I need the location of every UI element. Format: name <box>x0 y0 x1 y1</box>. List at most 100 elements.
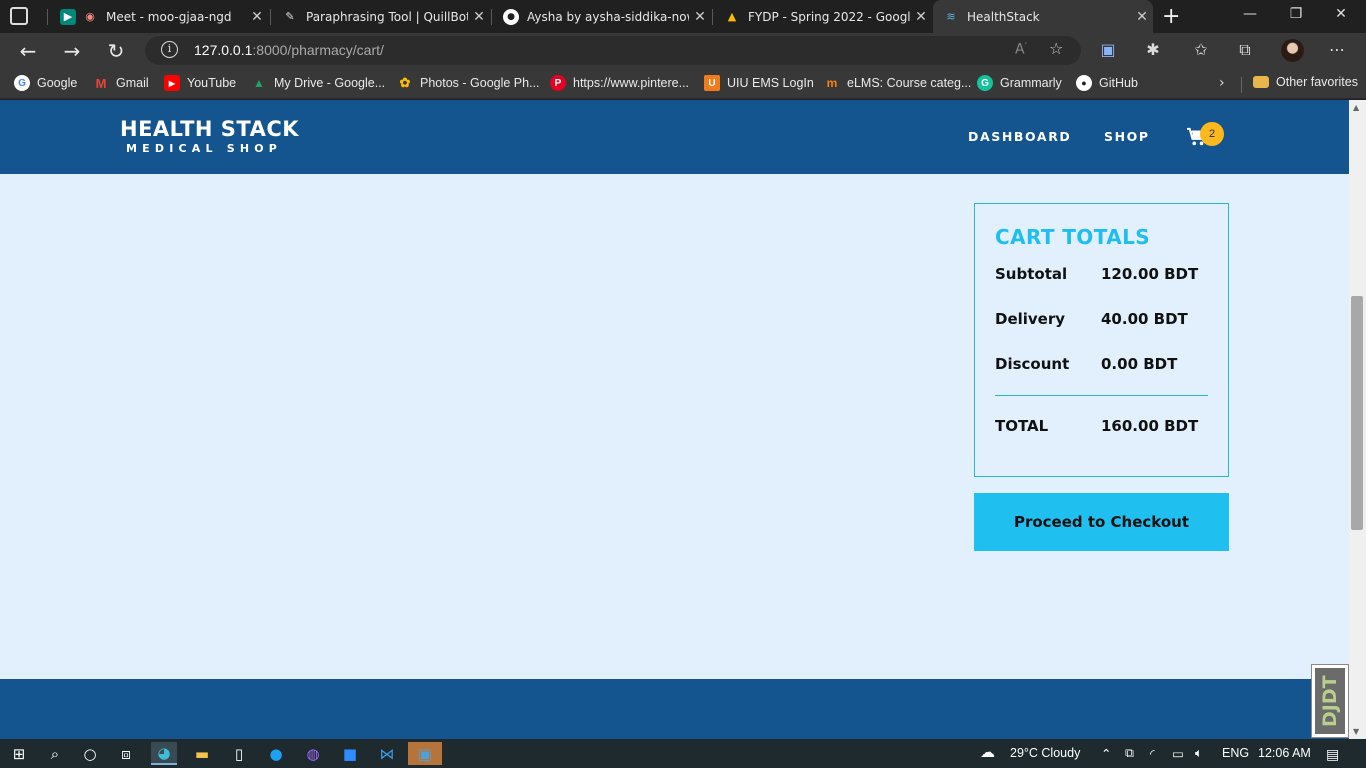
close-window-button[interactable]: ✕ <box>1331 6 1351 22</box>
bookmark-elms[interactable]: m eLMS: Course categ... <box>824 75 972 91</box>
profile-avatar[interactable] <box>1281 39 1304 62</box>
vscode-icon[interactable]: ⋈ <box>374 742 400 765</box>
bookmark-photos[interactable]: ✿ Photos - Google Ph... <box>397 75 540 91</box>
youtube-icon: ▶ <box>164 75 180 91</box>
weather-text[interactable]: 29°C Cloudy <box>1010 746 1080 760</box>
logo-subtitle[interactable]: MEDICAL SHOP <box>126 142 282 155</box>
add-favorite-icon[interactable]: ☆ <box>1049 39 1063 58</box>
bookmark-label: Other favorites <box>1276 75 1358 89</box>
bookmark-uiu-ems[interactable]: U UIU EMS LogIn <box>704 75 814 91</box>
google-drive-icon: ▲ <box>727 10 737 23</box>
tab-actions-icon[interactable] <box>10 7 28 25</box>
bookmark-github[interactable]: ● GitHub <box>1076 75 1138 91</box>
tab-github[interactable]: ● Aysha by aysha-siddika-nowshin ✕ <box>493 0 711 33</box>
back-button[interactable]: ← <box>16 39 40 63</box>
bookmark-google[interactable]: G Google <box>14 75 77 91</box>
close-icon[interactable]: ✕ <box>1131 9 1153 25</box>
chevron-up-icon[interactable]: ⌃ <box>1101 746 1111 761</box>
tab-title: FYDP - Spring 2022 - Google Drive <box>748 9 910 24</box>
new-tab-button[interactable]: + <box>1162 4 1180 29</box>
totals-divider <box>995 395 1208 396</box>
messenger-icon[interactable]: ◍ <box>300 742 326 765</box>
github-icon: ● <box>503 8 519 25</box>
url-path: :8000/pharmacy/cart/ <box>252 42 384 58</box>
read-aloud-icon[interactable]: Aʼ <box>1015 41 1027 58</box>
task-view-icon[interactable]: ⧈ <box>113 742 139 765</box>
discount-value: 0.00 BDT <box>1101 355 1178 373</box>
url-input[interactable]: i 127.0.0.1:8000/pharmacy/cart/ Aʼ ☆ <box>145 36 1081 65</box>
tab-title: Paraphrasing Tool | QuillBot AI <box>306 9 468 24</box>
cloudy-weather-icon[interactable]: ☁ <box>980 743 995 761</box>
cart-count-badge: 2 <box>1200 122 1224 146</box>
bookmark-label: Photos - Google Ph... <box>420 76 540 90</box>
notification-icon[interactable]: ▤ <box>1326 746 1339 763</box>
search-icon[interactable]: ⌕ <box>42 742 68 765</box>
app-icon[interactable]: ▣ <box>408 742 442 765</box>
notepad-icon[interactable]: ▯ <box>226 742 252 765</box>
discount-label: Discount <box>995 355 1070 373</box>
page-scrollbar[interactable]: ▲ ▼ <box>1349 100 1366 739</box>
tab-healthstack[interactable]: ≋ HealthStack ✕ <box>933 0 1153 33</box>
github-icon: ● <box>1076 75 1092 91</box>
bookmark-youtube[interactable]: ▶ YouTube <box>164 75 236 91</box>
scroll-down-icon[interactable]: ▼ <box>1353 727 1359 736</box>
edge-icon[interactable]: ◕ <box>151 742 177 765</box>
close-icon[interactable]: ✕ <box>689 9 711 25</box>
tab-google-drive[interactable]: ▲ FYDP - Spring 2022 - Google Drive ✕ <box>714 0 932 33</box>
bookmark-grammarly[interactable]: G Grammarly <box>977 75 1062 91</box>
gmail-icon: M <box>95 75 107 91</box>
wifi-icon[interactable]: ◜ <box>1150 746 1155 761</box>
django-debug-toolbar-handle[interactable]: DJDT <box>1311 664 1349 738</box>
logo-title[interactable]: HEALTH STACK <box>120 117 299 141</box>
tab-title: Meet - moo-gjaa-ngd <box>106 9 232 24</box>
minimize-button[interactable]: — <box>1240 6 1260 22</box>
bookmark-pinterest[interactable]: P https://www.pintere... <box>550 75 689 91</box>
twitter-icon[interactable]: ● <box>263 742 289 765</box>
network-icon[interactable]: ⧉ <box>1125 746 1134 761</box>
close-icon[interactable]: ✕ <box>246 9 268 25</box>
zoom-icon[interactable]: ■ <box>337 742 363 765</box>
bookmark-gmail[interactable]: M Gmail <box>93 75 149 91</box>
quillbot-icon: ✎ <box>285 10 295 23</box>
subtotal-value: 120.00 BDT <box>1101 265 1199 283</box>
more-menu-icon[interactable]: ⋯ <box>1326 40 1348 59</box>
nav-dashboard[interactable]: DASHBOARD <box>968 129 1071 144</box>
bookmark-my-drive[interactable]: ▲ My Drive - Google... <box>251 75 385 91</box>
restore-button[interactable]: ❐ <box>1286 6 1306 22</box>
pinterest-icon: P <box>550 75 566 91</box>
moodle-icon: m <box>826 76 838 90</box>
bookmark-other-favorites[interactable]: Other favorites <box>1253 75 1358 89</box>
windows-start-icon[interactable]: ⊞ <box>6 742 32 765</box>
tab-meet[interactable]: ▶ ◉ Meet - moo-gjaa-ngd ✕ <box>50 0 268 33</box>
proceed-to-checkout-button[interactable]: Proceed to Checkout <box>974 493 1229 551</box>
volume-icon[interactable]: 🔈︎ <box>1195 746 1203 761</box>
url-text[interactable]: 127.0.0.1:8000/pharmacy/cart/ <box>194 42 384 58</box>
scroll-up-icon[interactable]: ▲ <box>1353 103 1359 112</box>
battery-icon[interactable]: ▭ <box>1172 746 1184 761</box>
favorites-icon[interactable]: ✩ <box>1190 40 1212 59</box>
refresh-button[interactable]: ↻ <box>104 39 128 63</box>
bookmarks-bar: G Google M Gmail ▶ YouTube ▲ My Drive - … <box>0 69 1366 99</box>
clock[interactable]: 12:06 AM <box>1258 746 1311 760</box>
cart-totals-panel: CART TOTALS Subtotal 120.00 BDT Delivery… <box>974 203 1229 477</box>
cart-button[interactable]: 2 <box>1186 122 1226 151</box>
browser-tab-strip: ▶ ◉ Meet - moo-gjaa-ngd ✕ ✎ Paraphrasing… <box>0 0 1366 33</box>
collections-menu-icon[interactable]: ⧉ <box>1234 40 1256 60</box>
tab-quillbot[interactable]: ✎ Paraphrasing Tool | QuillBot AI ✕ <box>272 0 490 33</box>
bookmark-label: Google <box>37 76 78 90</box>
forward-button[interactable]: → <box>60 39 84 63</box>
file-explorer-icon[interactable]: ▬ <box>189 742 215 765</box>
site-info-icon[interactable]: i <box>161 41 178 58</box>
close-icon[interactable]: ✕ <box>910 9 932 25</box>
close-icon[interactable]: ✕ <box>468 9 490 25</box>
tab-separator <box>47 9 48 25</box>
nav-shop[interactable]: SHOP <box>1104 129 1150 144</box>
collections-icon[interactable]: ▣ <box>1097 40 1119 59</box>
scrollbar-thumb[interactable] <box>1351 296 1363 530</box>
site-footer <box>0 679 1349 739</box>
extensions-icon[interactable]: ✱ <box>1142 40 1164 59</box>
cortana-icon[interactable]: ○ <box>77 742 103 765</box>
language-indicator[interactable]: ENG <box>1222 746 1249 760</box>
windows-taskbar: ⊞ ⌕ ○ ⧈ ◕ ▬ ▯ ● ◍ ■ ⋈ ▣ ☁ 29°C Cloudy ⌃ … <box>0 739 1366 768</box>
chevron-right-icon[interactable]: › <box>1219 75 1225 91</box>
